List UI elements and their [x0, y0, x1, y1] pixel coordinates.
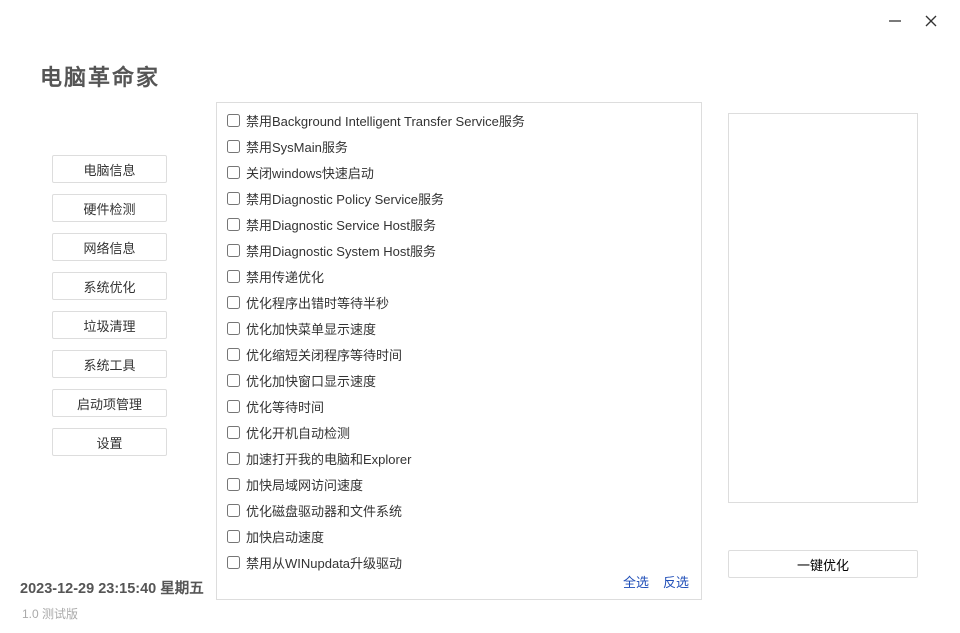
sidebar-item-startup[interactable]: 启动项管理 [52, 389, 167, 417]
option-checkbox[interactable] [227, 244, 240, 257]
option-label: 优化开机自动检测 [246, 423, 350, 442]
close-button[interactable] [922, 12, 940, 30]
option-checkbox[interactable] [227, 218, 240, 231]
invert-select-link[interactable]: 反选 [663, 572, 689, 591]
option-item[interactable]: 禁用Diagnostic System Host服务 [227, 241, 693, 259]
select-links: 全选 反选 [623, 572, 689, 591]
option-checkbox[interactable] [227, 504, 240, 517]
option-label: 加速打开我的电脑和Explorer [246, 449, 411, 468]
option-item[interactable]: 禁用Diagnostic Service Host服务 [227, 215, 693, 233]
option-checkbox[interactable] [227, 114, 240, 127]
minimize-button[interactable] [886, 12, 904, 30]
option-checkbox[interactable] [227, 270, 240, 283]
option-label: 优化程序出错时等待半秒 [246, 293, 389, 312]
version-label: 1.0 测试版 [22, 605, 78, 622]
option-item[interactable]: 加快启动速度 [227, 527, 693, 545]
sidebar-item-pcinfo[interactable]: 电脑信息 [52, 155, 167, 183]
optimize-button[interactable]: 一键优化 [728, 550, 918, 578]
option-item[interactable]: 加快局域网访问速度 [227, 475, 693, 493]
app-title: 电脑革命家 [40, 60, 160, 92]
option-item[interactable]: 关闭windows快速启动 [227, 163, 693, 181]
option-item[interactable]: 优化等待时间 [227, 397, 693, 415]
sidebar-item-optimize[interactable]: 系统优化 [52, 272, 167, 300]
option-checkbox[interactable] [227, 140, 240, 153]
option-label: 加快局域网访问速度 [246, 475, 363, 494]
option-item[interactable]: 禁用SysMain服务 [227, 137, 693, 155]
sidebar-item-hardware[interactable]: 硬件检测 [52, 194, 167, 222]
window-controls [886, 12, 940, 30]
option-label: 禁用从WINupdata升级驱动 [246, 553, 402, 572]
option-label: 优化加快窗口显示速度 [246, 371, 376, 390]
option-item[interactable]: 加速打开我的电脑和Explorer [227, 449, 693, 467]
option-checkbox[interactable] [227, 478, 240, 491]
option-label: 禁用Diagnostic System Host服务 [246, 241, 436, 260]
option-checkbox[interactable] [227, 192, 240, 205]
select-all-link[interactable]: 全选 [623, 572, 649, 591]
option-label: 优化磁盘驱动器和文件系统 [246, 501, 402, 520]
option-checkbox[interactable] [227, 296, 240, 309]
option-item[interactable]: 优化磁盘驱动器和文件系统 [227, 501, 693, 519]
option-checkbox[interactable] [227, 374, 240, 387]
sidebar-item-cleanup[interactable]: 垃圾清理 [52, 311, 167, 339]
option-item[interactable]: 优化开机自动检测 [227, 423, 693, 441]
option-label: 关闭windows快速启动 [246, 163, 374, 182]
sidebar-item-network[interactable]: 网络信息 [52, 233, 167, 261]
options-list: 禁用Background Intelligent Transfer Servic… [227, 111, 693, 571]
option-checkbox[interactable] [227, 556, 240, 569]
option-label: 优化等待时间 [246, 397, 324, 416]
sidebar-item-settings[interactable]: 设置 [52, 428, 167, 456]
option-label: 优化加快菜单显示速度 [246, 319, 376, 338]
option-checkbox[interactable] [227, 400, 240, 413]
option-label: 加快启动速度 [246, 527, 324, 546]
option-checkbox[interactable] [227, 530, 240, 543]
option-item[interactable]: 优化加快菜单显示速度 [227, 319, 693, 337]
result-panel [728, 113, 918, 503]
option-checkbox[interactable] [227, 166, 240, 179]
option-item[interactable]: 禁用从WINupdata升级驱动 [227, 553, 693, 571]
option-checkbox[interactable] [227, 322, 240, 335]
option-label: 禁用SysMain服务 [246, 137, 348, 156]
option-checkbox[interactable] [227, 426, 240, 439]
option-item[interactable]: 优化加快窗口显示速度 [227, 371, 693, 389]
option-item[interactable]: 优化缩短关闭程序等待时间 [227, 345, 693, 363]
option-label: 优化缩短关闭程序等待时间 [246, 345, 402, 364]
option-label: 禁用传递优化 [246, 267, 324, 286]
options-panel: 禁用Background Intelligent Transfer Servic… [216, 102, 702, 600]
option-item[interactable]: 禁用Background Intelligent Transfer Servic… [227, 111, 693, 129]
datetime-label: 2023-12-29 23:15:40 星期五 [20, 577, 204, 598]
sidebar: 电脑信息 硬件检测 网络信息 系统优化 垃圾清理 系统工具 启动项管理 设置 [52, 155, 167, 456]
option-item[interactable]: 禁用传递优化 [227, 267, 693, 285]
option-item[interactable]: 禁用Diagnostic Policy Service服务 [227, 189, 693, 207]
option-checkbox[interactable] [227, 348, 240, 361]
option-label: 禁用Diagnostic Policy Service服务 [246, 189, 444, 208]
option-label: 禁用Diagnostic Service Host服务 [246, 215, 436, 234]
sidebar-item-tools[interactable]: 系统工具 [52, 350, 167, 378]
option-item[interactable]: 优化程序出错时等待半秒 [227, 293, 693, 311]
option-label: 禁用Background Intelligent Transfer Servic… [246, 111, 525, 130]
option-checkbox[interactable] [227, 452, 240, 465]
